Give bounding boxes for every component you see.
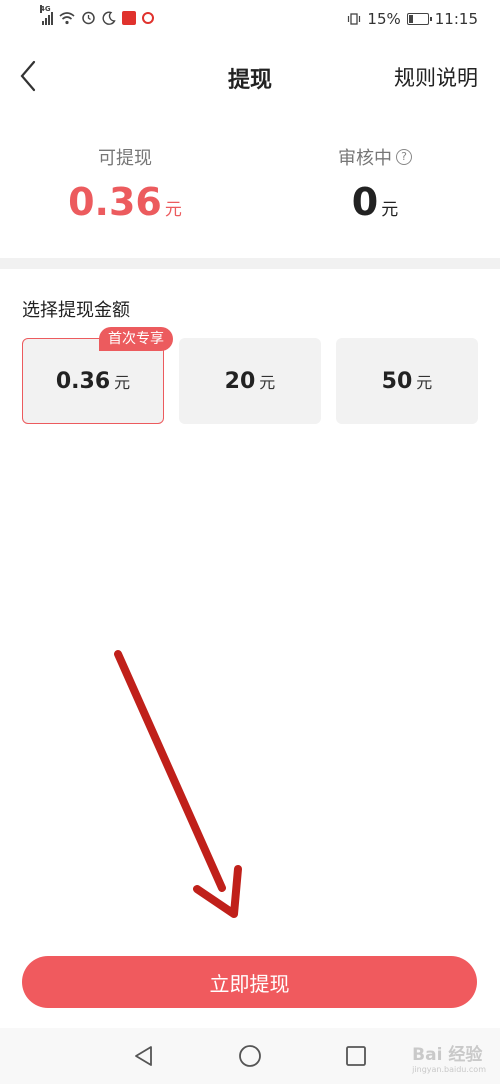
withdraw-button-label: 立即提现 (209, 971, 290, 996)
pending-value: 0元 (250, 180, 500, 224)
signal-icon: 4G (40, 4, 53, 25)
amount-option[interactable]: 20 元 (179, 338, 321, 424)
watermark-url: jingyan.baidu.com (412, 1065, 486, 1074)
withdraw-button[interactable]: 立即提现 (22, 956, 477, 1008)
available-balance: 可提现 0.36 元 (0, 144, 250, 224)
status-left: 4G (40, 4, 154, 25)
status-right: 15% 11:15 (347, 10, 478, 28)
amount-option-unit: 元 (114, 373, 131, 392)
battery-icon (406, 13, 432, 25)
wifi-icon (59, 11, 75, 24)
app-notification-icon (122, 10, 136, 25)
amount-section-label: 选择提现金额 (22, 300, 130, 321)
amount-option-unit: 元 (259, 373, 276, 392)
pending-amount: 0 (351, 180, 379, 224)
rules-link[interactable]: 规则说明 (394, 62, 478, 92)
nav-back-icon[interactable] (132, 1044, 156, 1068)
vibrate-icon (348, 13, 361, 25)
header: 提现 规则说明 (0, 48, 500, 104)
pending-balance: 审核中 ? 0元 (250, 144, 500, 224)
alarm-icon (82, 11, 95, 25)
section-divider (0, 258, 500, 269)
available-label: 可提现 (98, 148, 152, 169)
app-notification-circle-icon (142, 11, 154, 24)
available-amount: 0.36 (68, 180, 162, 224)
available-value: 0.36 元 (0, 180, 250, 224)
amount-option[interactable]: 首次专享 0.36 元 (22, 327, 173, 424)
first-time-badge: 首次专享 (99, 327, 173, 351)
amount-option-unit: 元 (416, 373, 433, 392)
watermark: Bai 经验 jingyan.baidu.com (412, 1040, 486, 1074)
nav-recents-icon[interactable] (344, 1044, 368, 1068)
clock: 11:15 (434, 10, 478, 28)
watermark-brand: Bai 经验 (412, 1045, 483, 1065)
available-unit: 元 (164, 200, 182, 220)
amount-option-value: 20 (224, 368, 256, 394)
amount-option-value: 0.36 (55, 368, 111, 394)
pending-label-row: 审核中 ? (338, 144, 412, 170)
amount-option-value: 50 (381, 368, 413, 394)
system-nav-bar: Bai 经验 jingyan.baidu.com (0, 1028, 500, 1084)
pending-label: 审核中 (338, 148, 392, 169)
battery-percent: 15% (367, 10, 401, 28)
amount-option[interactable]: 50 元 (336, 338, 478, 424)
status-bar: 4G 15% 11:15 (0, 0, 500, 40)
nav-home-icon[interactable] (238, 1044, 262, 1068)
moon-icon (102, 11, 116, 25)
pending-unit: 元 (381, 200, 399, 220)
question-icon[interactable]: ? (396, 149, 412, 165)
